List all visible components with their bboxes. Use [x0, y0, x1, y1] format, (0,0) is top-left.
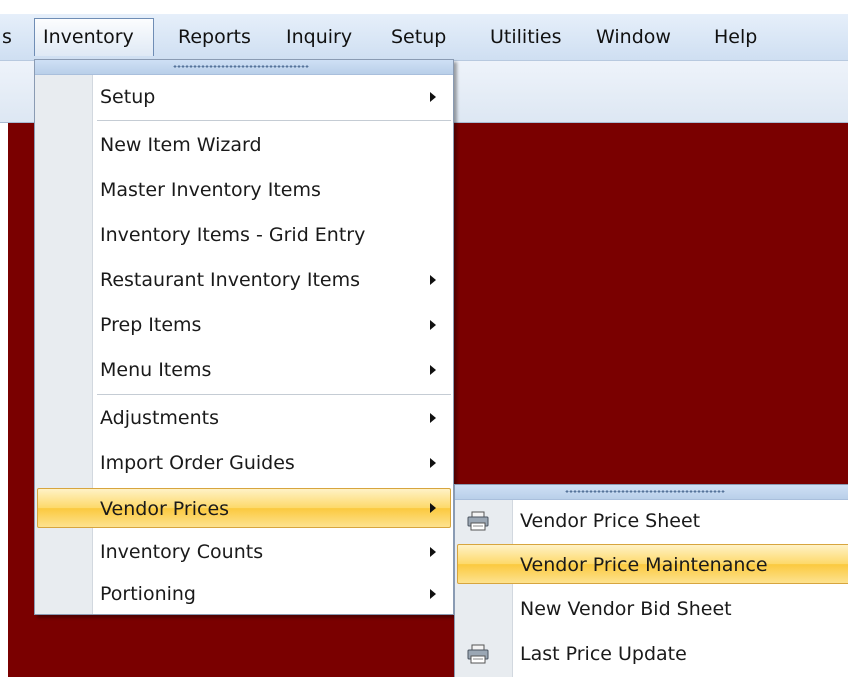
menu-grip[interactable]: [35, 60, 453, 75]
inventory-menu: Setup New Item Wizard Master Inventory I…: [34, 59, 454, 615]
menu-item-inventory-counts[interactable]: Inventory Counts: [37, 532, 451, 572]
menu-item-label: Import Order Guides: [100, 452, 295, 474]
submenu-item-label: Last Price Update: [520, 643, 687, 665]
submenu-arrow-icon: [430, 275, 436, 285]
menubar-item-truncated[interactable]: s: [0, 18, 20, 56]
window-top-edge: [0, 0, 848, 14]
menu-item-label: Restaurant Inventory Items: [100, 269, 360, 291]
window-left-edge: [0, 123, 8, 677]
submenu-item-label: New Vendor Bid Sheet: [520, 598, 732, 620]
menubar-item-utilities[interactable]: Utilities: [482, 18, 570, 56]
menu-separator: [97, 120, 451, 121]
menu-item-restaurant-inventory-items[interactable]: Restaurant Inventory Items: [37, 260, 451, 300]
menu-separator: [97, 394, 451, 395]
submenu-arrow-icon: [430, 413, 436, 423]
menu-item-master-inventory-items[interactable]: Master Inventory Items: [37, 170, 451, 210]
submenu-arrow-icon: [430, 320, 436, 330]
submenu-item-label: Vendor Price Sheet: [520, 510, 701, 532]
menubar-item-help[interactable]: Help: [706, 18, 765, 56]
menu-item-new-item-wizard[interactable]: New Item Wizard: [37, 125, 451, 165]
submenu-item-new-vendor-bid-sheet[interactable]: New Vendor Bid Sheet: [457, 589, 848, 629]
menu-item-menu-items[interactable]: Menu Items: [37, 350, 451, 390]
menu-item-setup[interactable]: Setup: [37, 77, 451, 117]
submenu-arrow-icon: [430, 547, 436, 557]
submenu-item-vendor-price-maintenance[interactable]: Vendor Price Maintenance: [457, 544, 848, 584]
menu-item-label: Portioning: [100, 583, 196, 605]
menu-item-prep-items[interactable]: Prep Items: [37, 305, 451, 345]
menu-item-import-order-guides[interactable]: Import Order Guides: [37, 443, 451, 483]
menubar-item-reports[interactable]: Reports: [170, 18, 259, 56]
vendor-prices-submenu: Vendor Price Sheet Vendor Price Maintena…: [454, 484, 848, 677]
printer-icon: [467, 644, 489, 664]
submenu-arrow-icon: [430, 589, 436, 599]
menu-item-label: Prep Items: [100, 314, 202, 336]
menu-item-label: Setup: [100, 86, 156, 108]
application-window: s Inventory Reports Inquiry Setup Utilit…: [0, 0, 848, 677]
menu-grip[interactable]: [455, 485, 848, 500]
menubar-item-setup[interactable]: Setup: [383, 18, 454, 56]
submenu-arrow-icon: [430, 503, 436, 513]
menu-item-label: New Item Wizard: [100, 134, 262, 156]
submenu-item-last-price-update[interactable]: Last Price Update: [457, 634, 848, 674]
menu-item-label: Adjustments: [100, 407, 219, 429]
menu-bar: s Inventory Reports Inquiry Setup Utilit…: [0, 14, 848, 61]
menu-item-label: Vendor Prices: [100, 498, 230, 520]
menu-item-portioning[interactable]: Portioning: [37, 574, 451, 614]
menubar-item-inquiry[interactable]: Inquiry: [278, 18, 360, 56]
menu-item-label: Master Inventory Items: [100, 179, 321, 201]
menubar-item-window[interactable]: Window: [588, 18, 679, 56]
submenu-arrow-icon: [430, 458, 436, 468]
menu-item-inventory-items-grid-entry[interactable]: Inventory Items - Grid Entry: [37, 215, 451, 255]
menu-item-label: Inventory Counts: [100, 541, 264, 563]
menu-item-label: Inventory Items - Grid Entry: [100, 224, 366, 246]
submenu-item-label: Vendor Price Maintenance: [520, 554, 768, 576]
menubar-item-inventory[interactable]: Inventory: [34, 18, 154, 56]
printer-icon: [467, 511, 489, 531]
submenu-arrow-icon: [430, 92, 436, 102]
menu-item-adjustments[interactable]: Adjustments: [37, 398, 451, 438]
menu-item-vendor-prices[interactable]: Vendor Prices: [37, 488, 451, 528]
submenu-item-vendor-price-sheet[interactable]: Vendor Price Sheet: [457, 501, 848, 541]
menu-item-label: Menu Items: [100, 359, 212, 381]
submenu-arrow-icon: [430, 365, 436, 375]
